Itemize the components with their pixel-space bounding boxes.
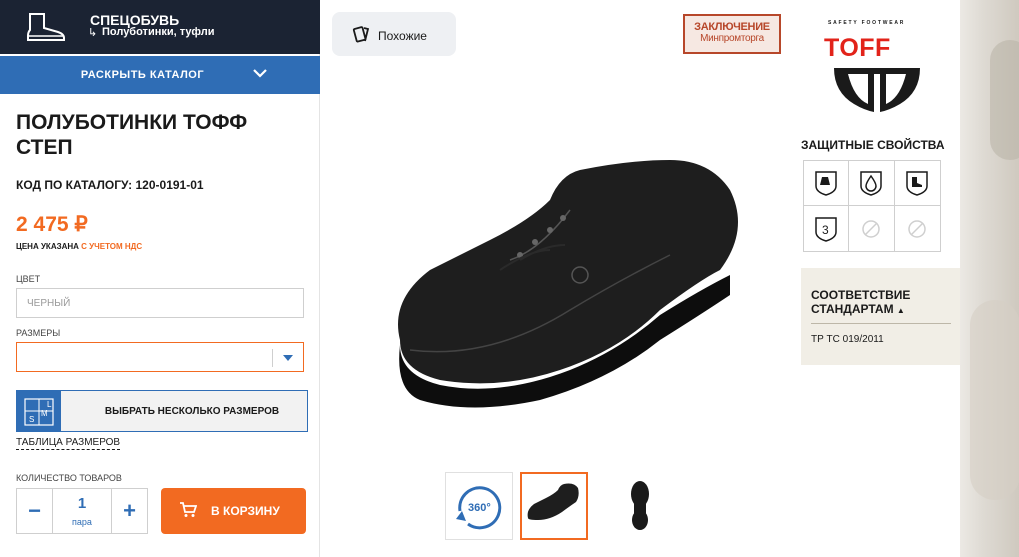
rotate-360-icon: 360° xyxy=(456,486,502,530)
similar-products-button[interactable]: Похожие xyxy=(332,12,456,56)
standards-title-line2: СТАНДАРТАМ xyxy=(811,302,894,316)
select-multiple-sizes-button[interactable]: S M L ВЫБРАТЬ НЕСКОЛЬКО РАЗМЕРОВ xyxy=(16,390,308,432)
quantity-unit: пара xyxy=(72,517,92,527)
size-m-letter: M xyxy=(41,409,48,418)
protection-cell[interactable] xyxy=(804,161,850,206)
vat-note-prefix: ЦЕНА УКАЗАНА xyxy=(16,242,79,251)
color-value: ЧЕРНЫЙ xyxy=(27,298,71,309)
standards-value: ТР ТС 019/2011 xyxy=(811,334,884,345)
thumbnail-side-view[interactable] xyxy=(520,472,588,540)
category-subtitle: Полуботинки, туфли xyxy=(102,26,215,38)
add-to-cart-button[interactable]: В КОРЗИНУ xyxy=(161,488,306,534)
size-s-letter: S xyxy=(29,415,34,424)
similar-products-label: Похожие xyxy=(378,29,427,43)
standards-title-line1: СООТВЕТСТВИЕ xyxy=(811,288,911,302)
vat-note: ЦЕНА УКАЗАНА С УЧЕТОМ НДС xyxy=(16,242,142,251)
brand-tagline: SAFETY FOOTWEAR xyxy=(828,20,906,26)
color-label: ЦВЕТ xyxy=(16,274,41,284)
rotate-360-label: 360° xyxy=(468,502,491,514)
size-table-link[interactable]: ТАБЛИЦА РАЗМЕРОВ xyxy=(16,437,121,450)
background-shape xyxy=(970,300,1019,500)
protection-cell-disabled xyxy=(895,206,940,251)
color-field[interactable]: ЧЕРНЫЙ xyxy=(16,288,304,318)
sizes-select[interactable] xyxy=(16,342,304,372)
select-divider xyxy=(272,349,273,367)
protection-cell[interactable] xyxy=(849,161,895,206)
standards-title[interactable]: СООТВЕТСТВИЕ СТАНДАРТАМ ▲ xyxy=(811,288,910,318)
protection-cell[interactable]: 3 xyxy=(804,206,850,251)
cards-icon xyxy=(352,26,370,43)
open-catalog-label: РАСКРЫТЬ КАТАЛОГ xyxy=(80,69,205,81)
thumbnail-360[interactable]: 360° xyxy=(445,472,513,540)
oil-drop-icon xyxy=(860,171,883,196)
class-number: 3 xyxy=(822,223,829,237)
boot-icon xyxy=(27,13,65,41)
toff-logo-icon xyxy=(834,68,920,112)
add-to-cart-label: В КОРЗИНУ xyxy=(211,504,280,518)
standards-panel: СООТВЕТСТВИЕ СТАНДАРТАМ ▲ ТР ТС 019/2011 xyxy=(801,268,961,365)
background-shape xyxy=(990,40,1019,160)
disabled-icon xyxy=(862,219,881,238)
chevron-down-icon xyxy=(253,69,267,78)
standards-divider xyxy=(811,323,951,324)
ministry-conclusion-badge[interactable]: ЗАКЛЮЧЕНИЕ Минпромторга xyxy=(683,14,781,54)
product-sidebar: СПЕЦОБУВЬ ↳ Полуботинки, туфли РАСКРЫТЬ … xyxy=(0,0,320,557)
product-image[interactable] xyxy=(380,150,760,420)
caret-down-icon xyxy=(283,355,293,361)
sizes-label: РАЗМЕРЫ xyxy=(16,328,61,338)
protection-grid: 3 xyxy=(803,160,941,252)
product-title: ПОЛУБОТИНКИ ТОФФ СТЕП xyxy=(16,111,248,159)
quantity-stepper: − 1 пара + xyxy=(16,488,148,534)
open-catalog-button[interactable]: РАСКРЫТЬ КАТАЛОГ xyxy=(0,56,320,94)
brand-name: TOFF xyxy=(824,34,891,62)
quantity-value[interactable]: 1 xyxy=(53,495,111,512)
vat-note-highlight: С УЧЕТОМ НДС xyxy=(81,242,143,251)
size-grid-icon: S M L xyxy=(17,391,61,431)
quantity-plus-button[interactable]: + xyxy=(111,489,147,533)
caret-up-icon: ▲ xyxy=(896,306,905,315)
chemical-icon xyxy=(815,171,837,196)
quantity-minus-button[interactable]: − xyxy=(17,489,53,533)
size-l-letter: L xyxy=(47,400,52,409)
protection-cell[interactable] xyxy=(894,161,940,206)
protection-cell-disabled xyxy=(849,206,895,251)
category-header[interactable]: СПЕЦОБУВЬ ↳ Полуботинки, туфли xyxy=(0,0,320,54)
shoe-thumb-icon xyxy=(527,483,579,520)
badge-line2: Минпромторга xyxy=(700,33,764,44)
disabled-icon xyxy=(908,219,927,238)
product-price: 2 475 ₽ xyxy=(16,213,88,236)
select-multiple-sizes-label: ВЫБРАТЬ НЕСКОЛЬКО РАЗМЕРОВ xyxy=(104,406,280,417)
thumbnail-sole-view[interactable] xyxy=(606,472,674,540)
background-image-edge xyxy=(960,0,1019,557)
badge-line1: ЗАКЛЮЧЕНИЕ xyxy=(694,21,770,33)
sole-thumb-icon xyxy=(631,481,649,530)
catalog-code: КОД ПО КАТАЛОГУ: 120-0191-01 xyxy=(16,178,204,192)
quantity-label: КОЛИЧЕСТВО ТОВАРОВ xyxy=(16,473,122,483)
cart-icon xyxy=(180,502,197,517)
subcategory-arrow-icon: ↳ xyxy=(88,27,98,39)
class-3-icon: 3 xyxy=(815,216,837,242)
slip-resist-icon xyxy=(906,171,929,196)
protection-title: ЗАЩИТНЫЕ СВОЙСТВА xyxy=(801,138,945,152)
